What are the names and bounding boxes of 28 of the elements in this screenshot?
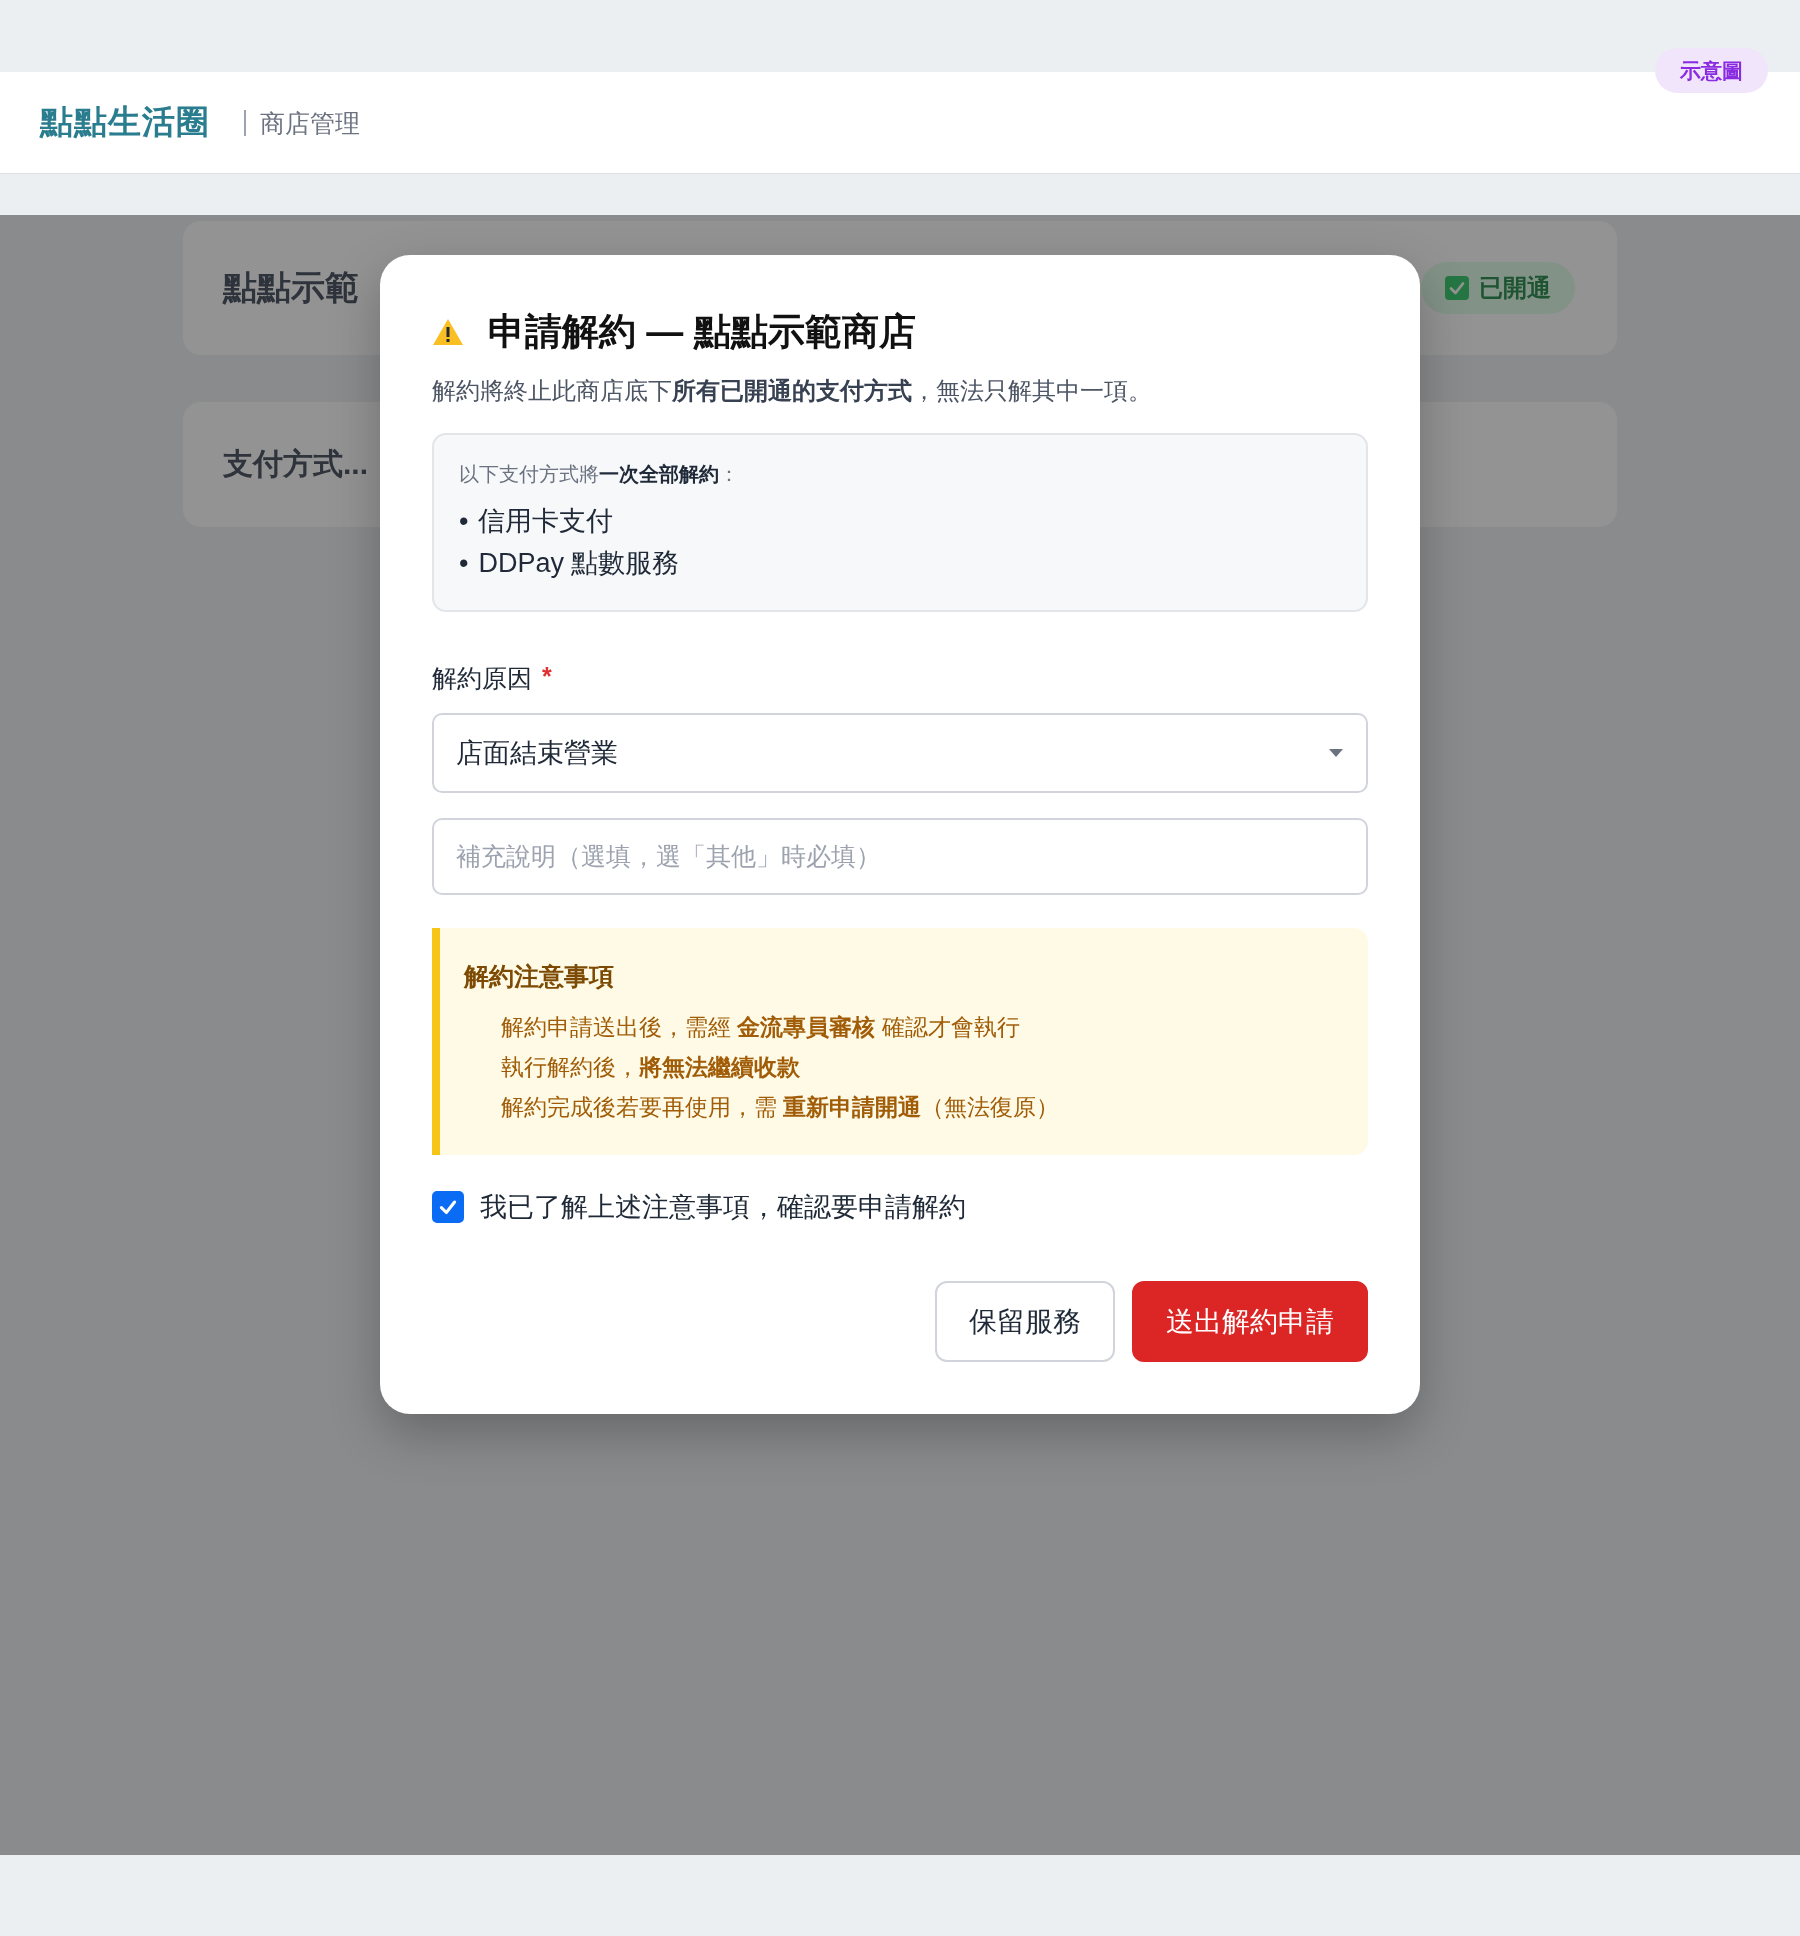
submit-button[interactable]: 送出解約申請 bbox=[1132, 1281, 1368, 1362]
notice-item: 執行解約後，將無法繼續收款 bbox=[501, 1053, 801, 1082]
warning-icon bbox=[432, 318, 464, 346]
payment-method-item: 信用卡支付 bbox=[478, 505, 614, 538]
note-field[interactable]: 補充說明（選填，選「其他」時必填） bbox=[432, 818, 1368, 895]
page-subtitle: 商店管理 bbox=[244, 109, 360, 136]
status-badge: 已開通 bbox=[1421, 262, 1575, 314]
confirm-checkbox[interactable] bbox=[432, 1191, 464, 1223]
confirm-label: 我已了解上述注意事項，確認要申請解約 bbox=[480, 1191, 966, 1224]
demo-badge: 示意圖 bbox=[1655, 48, 1768, 93]
notice-item: 解約完成後若要再使用，需 重新申請開通（無法復原） bbox=[501, 1093, 1061, 1122]
reason-label: 解約原因 bbox=[432, 663, 532, 694]
payment-method-item: DDPay 點數服務 bbox=[478, 547, 680, 580]
store-title: 點點示範 bbox=[223, 267, 359, 308]
modal-description: 解約將終止此商店底下所有已開通的支付方式，無法只解其中一項。 bbox=[432, 376, 1153, 406]
keep-button[interactable]: 保留服務 bbox=[935, 1281, 1115, 1362]
bullet: • bbox=[459, 505, 469, 538]
reason-select[interactable]: 店面結束營業 bbox=[432, 713, 1368, 793]
notice-title: 解約注意事項 bbox=[464, 961, 615, 992]
modal-title: 申請解約 — 點點示範商店 bbox=[488, 310, 916, 354]
brand-logo: 點點生活圈 bbox=[40, 102, 210, 142]
caret-icon bbox=[1328, 748, 1344, 758]
notice-item: 解約申請送出後，需經 金流專員審核 確認才會執行 bbox=[501, 1013, 1021, 1042]
required-mark: * bbox=[542, 662, 552, 692]
section-title: 支付方式... bbox=[223, 446, 368, 482]
bullet: • bbox=[459, 547, 469, 580]
checkmark-icon bbox=[1445, 276, 1469, 300]
methods-intro: 以下支付方式將一次全部解約： bbox=[459, 462, 740, 487]
